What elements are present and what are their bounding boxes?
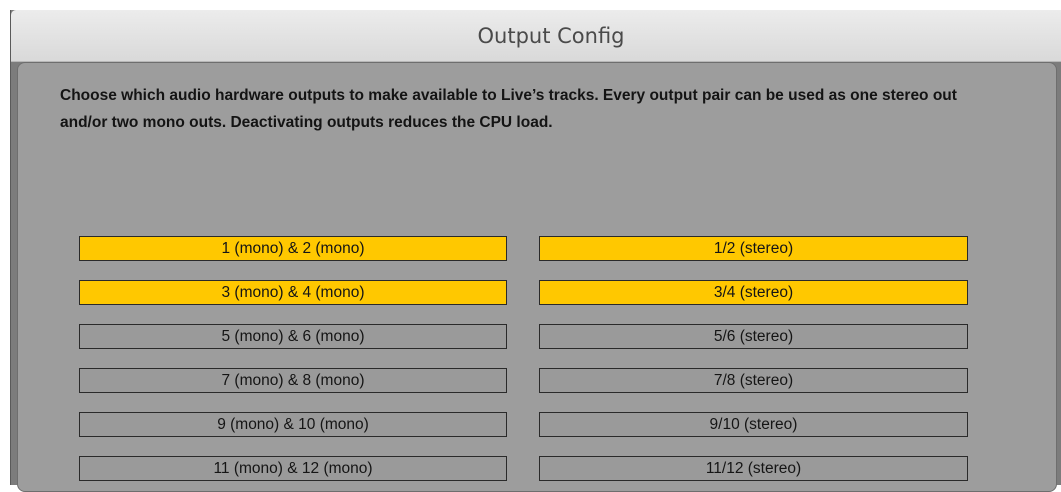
mono-pair-toggle-3-4[interactable]: 3 (mono) & 4 (mono) [79,280,507,305]
mono-pair-toggle-7-8[interactable]: 7 (mono) & 8 (mono) [79,368,507,393]
mono-pair-toggle-1-2[interactable]: 1 (mono) & 2 (mono) [79,236,507,261]
stereo-pair-toggle-5-6[interactable]: 5/6 (stereo) [539,324,968,349]
stereo-pair-toggle-9-10[interactable]: 9/10 (stereo) [539,412,968,437]
mono-pair-toggle-5-6[interactable]: 5 (mono) & 6 (mono) [79,324,507,349]
stereo-pair-toggle-3-4[interactable]: 3/4 (stereo) [539,280,968,305]
stereo-pair-toggle-1-2[interactable]: 1/2 (stereo) [539,236,968,261]
title-bar[interactable]: Output Config [11,10,1061,62]
mono-pair-toggle-9-10[interactable]: 9 (mono) & 10 (mono) [79,412,507,437]
stereo-pair-toggle-7-8[interactable]: 7/8 (stereo) [539,368,968,393]
stereo-pair-toggle-11-12[interactable]: 11/12 (stereo) [539,456,968,481]
window-title: Output Config [477,23,625,48]
mono-pair-toggle-11-12[interactable]: 11 (mono) & 12 (mono) [79,456,507,481]
description-text: Choose which audio hardware outputs to m… [60,87,957,131]
